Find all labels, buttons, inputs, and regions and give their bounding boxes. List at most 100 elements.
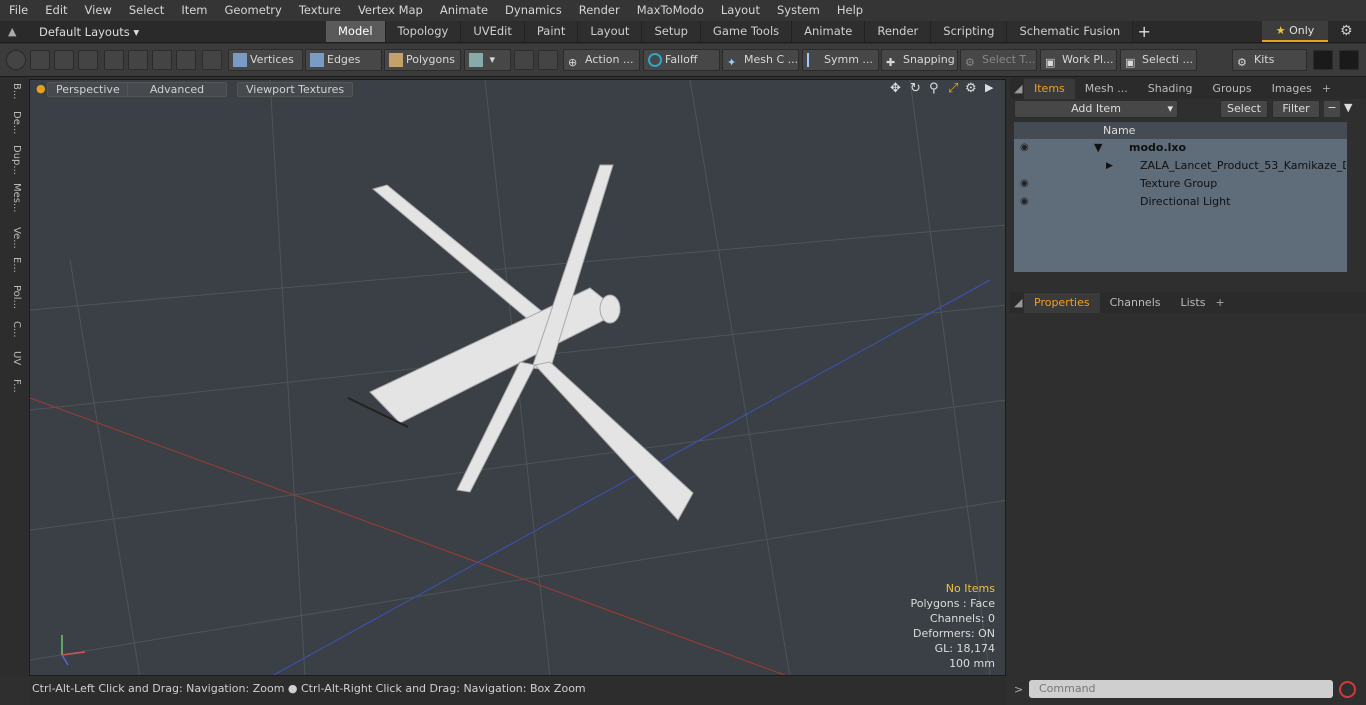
add-tab-button[interactable]: +	[1133, 21, 1155, 43]
panel-menu-icon[interactable]: ◢	[1010, 82, 1024, 95]
tab-properties[interactable]: Properties	[1024, 292, 1100, 313]
tab-mesh[interactable]: Mesh ...	[1075, 79, 1138, 99]
tab-model[interactable]: Model	[326, 21, 386, 42]
menu-item[interactable]: Item	[172, 0, 215, 21]
panel-menu-icon[interactable]: ◢	[1010, 296, 1024, 309]
tab-lists[interactable]: Lists	[1171, 293, 1216, 313]
left-tab-polygon[interactable]: Pol...	[4, 285, 22, 309]
symmetry-button[interactable]: Symm ...	[802, 49, 879, 71]
tab-shading[interactable]: Shading	[1138, 79, 1203, 99]
left-tab-uv[interactable]: UV	[4, 351, 22, 365]
transform-icon[interactable]	[128, 50, 148, 70]
add-item-dropdown[interactable]: Add Item ▾	[1014, 100, 1178, 118]
selection-sets-button[interactable]: ▣ Selecti ...	[1120, 49, 1197, 71]
left-tab-curve[interactable]: C...	[4, 321, 22, 338]
perspective-button[interactable]: Perspective	[47, 82, 129, 97]
tab-scripting[interactable]: Scripting	[931, 21, 1008, 42]
menu-system[interactable]: System	[768, 0, 828, 21]
brush-icon[interactable]	[78, 50, 98, 70]
tab-setup[interactable]: Setup	[642, 21, 701, 42]
left-tab-deform[interactable]: De...	[4, 111, 22, 134]
eye-icon[interactable]: ◉	[1020, 175, 1029, 193]
vertices-button[interactable]: Vertices	[228, 49, 303, 71]
left-tab-edge[interactable]: E...	[4, 257, 22, 273]
only-toggle[interactable]: ★ Only	[1262, 21, 1328, 42]
viewport-gear-icon[interactable]: ⚙	[965, 81, 977, 96]
edges-button[interactable]: Edges	[305, 49, 382, 71]
unreal-icon[interactable]	[1339, 50, 1359, 70]
filter-button[interactable]: Filter	[1272, 100, 1320, 118]
collapse-arrow-icon[interactable]: ▶	[1106, 157, 1113, 175]
filter-funnel-icon[interactable]: ▼	[1344, 101, 1352, 114]
add-panel-tab-icon[interactable]: +	[1215, 296, 1224, 309]
eye-icon[interactable]: ◉	[1020, 193, 1029, 211]
tree-row-texture-group[interactable]: ◉ Texture Group	[1014, 175, 1347, 193]
tab-channels[interactable]: Channels	[1100, 293, 1171, 313]
layout-expand-icon[interactable]: ▲	[8, 25, 22, 39]
rotate-icon[interactable]	[176, 50, 196, 70]
left-tab-basic[interactable]: B...	[4, 83, 22, 99]
menu-edit[interactable]: Edit	[36, 0, 75, 21]
expand-arrow-icon[interactable]: ▼	[1094, 139, 1102, 157]
select-mode-icon[interactable]	[6, 50, 26, 70]
menu-view[interactable]: View	[76, 0, 120, 21]
menu-texture[interactable]: Texture	[290, 0, 349, 21]
viewport-expand-icon[interactable]: ▶	[985, 81, 993, 94]
polygons-button[interactable]: Polygons	[384, 49, 461, 71]
symmetry-sphere-icon[interactable]	[514, 50, 534, 70]
maximize-icon[interactable]: ⤢	[948, 81, 958, 96]
tab-groups[interactable]: Groups	[1202, 79, 1261, 99]
lasso-icon[interactable]	[54, 50, 74, 70]
tab-paint[interactable]: Paint	[524, 21, 579, 42]
material-dropdown[interactable]: ▾	[464, 49, 511, 71]
gear-icon[interactable]: ⚙	[1340, 23, 1353, 39]
menu-animate[interactable]: Animate	[431, 0, 496, 21]
menu-select[interactable]: Select	[120, 0, 172, 21]
mesh-constraints-button[interactable]: ✦ Mesh C ...	[722, 49, 799, 71]
viewport-textures-button[interactable]: Viewport Textures	[237, 82, 354, 97]
scale-icon[interactable]	[152, 50, 172, 70]
unity-icon[interactable]	[1313, 50, 1333, 70]
tab-uvedit[interactable]: UVEdit	[461, 21, 525, 42]
menu-render[interactable]: Render	[570, 0, 628, 21]
pivot-sphere-icon[interactable]	[538, 50, 558, 70]
tree-row-scene[interactable]: ◉ ▼ modo.lxo	[1014, 139, 1347, 157]
snapping-button[interactable]: ✚ Snapping	[881, 49, 958, 71]
mirror-icon[interactable]	[104, 50, 124, 70]
menu-help[interactable]: Help	[828, 0, 871, 21]
menu-geometry[interactable]: Geometry	[216, 0, 290, 21]
globe-icon[interactable]	[30, 50, 50, 70]
menu-vertex-map[interactable]: Vertex Map	[349, 0, 431, 21]
tree-row-mesh[interactable]: ▶ ZALA_Lancet_Product_53_Kamikaze_Dr ...	[1014, 157, 1347, 175]
left-tab-mesh-edit[interactable]: Mes...	[4, 183, 22, 213]
tab-images[interactable]: Images	[1262, 79, 1322, 99]
tab-animate[interactable]: Animate	[792, 21, 866, 42]
layout-dropdown[interactable]: Default Layouts ▾	[39, 25, 139, 39]
tab-topology[interactable]: Topology	[385, 21, 462, 42]
menu-dynamics[interactable]: Dynamics	[496, 0, 570, 21]
menu-maxtomodo[interactable]: MaxToModo	[628, 0, 712, 21]
3d-viewport[interactable]: ● Perspective Advanced Viewport Textures…	[29, 79, 1006, 676]
falloff-button[interactable]: Falloff	[643, 49, 720, 71]
left-tab-duplicate[interactable]: Dup...	[4, 145, 22, 175]
action-center-button[interactable]: ⊕ Action ...	[563, 49, 640, 71]
viewport-menu-dot[interactable]: ●	[36, 82, 46, 95]
orbit-icon[interactable]: ↻	[910, 81, 921, 96]
advanced-button[interactable]: Advanced	[127, 82, 227, 97]
command-input[interactable]: Command	[1029, 680, 1333, 698]
select-through-button[interactable]: ⚙ Select T...	[960, 49, 1037, 71]
tree-row-directional-light[interactable]: ◉ Directional Light	[1014, 193, 1347, 211]
zoom-icon[interactable]: ⚲	[929, 81, 939, 96]
item-mode-icon[interactable]	[202, 50, 222, 70]
menu-layout[interactable]: Layout	[712, 0, 768, 21]
tab-game-tools[interactable]: Game Tools	[700, 21, 793, 42]
tab-render[interactable]: Render	[865, 21, 932, 42]
tab-schematic-fusion[interactable]: Schematic Fusion	[1007, 21, 1134, 42]
menu-file[interactable]: File	[0, 0, 36, 21]
record-icon[interactable]	[1339, 681, 1356, 698]
left-tab-vertex[interactable]: Ve...	[4, 227, 22, 249]
tab-items[interactable]: Items	[1024, 78, 1075, 99]
tab-layout[interactable]: Layout	[578, 21, 643, 42]
left-tab-fusion[interactable]: F...	[4, 379, 22, 393]
eye-icon[interactable]: ◉	[1020, 139, 1029, 157]
